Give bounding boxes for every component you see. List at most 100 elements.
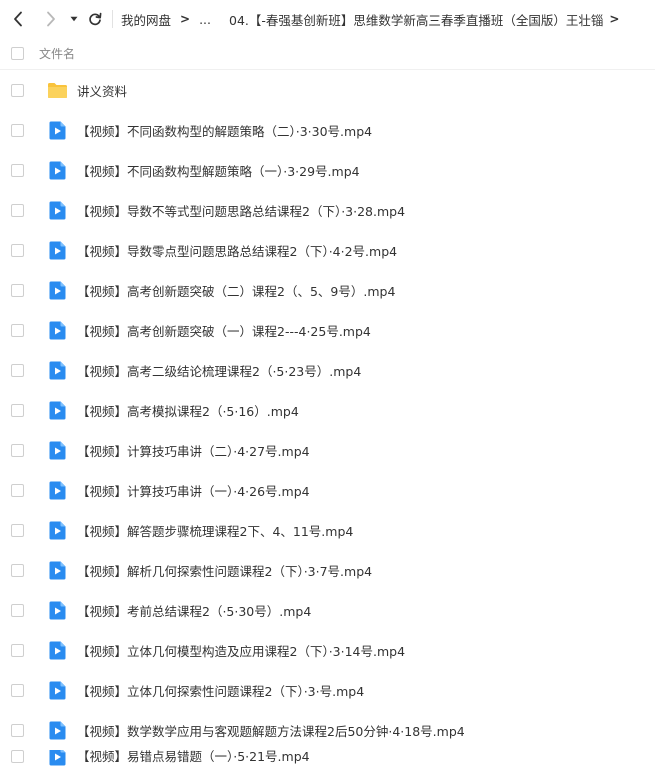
row-checkbox[interactable]: [11, 283, 24, 297]
video-icon-wrap: [46, 440, 68, 460]
row-checkbox[interactable]: [11, 723, 24, 737]
row-checkbox[interactable]: [11, 750, 24, 763]
video-file-icon: [49, 121, 65, 139]
row-checkbox[interactable]: [11, 163, 24, 177]
refresh-icon: [89, 12, 102, 26]
row-checkbox[interactable]: [11, 323, 24, 337]
video-file-icon: [49, 521, 65, 539]
file-name[interactable]: 【视频】计算技巧串讲（一）·4·26号.mp4: [77, 481, 310, 500]
video-icon-wrap: [46, 520, 68, 540]
file-row[interactable]: 【视频】立体几何探索性问题课程2（下）·3·号.mp4: [0, 670, 655, 710]
file-name[interactable]: 【视频】易错点易错题（一）·5·21号.mp4: [77, 750, 310, 765]
row-checkbox[interactable]: [11, 203, 24, 217]
video-icon-wrap: [46, 120, 68, 140]
refresh-button[interactable]: [82, 0, 108, 38]
caret-down-icon: [70, 16, 78, 22]
file-name[interactable]: 【视频】计算技巧串讲（二）·4·27号.mp4: [77, 441, 310, 460]
folder-row[interactable]: 讲义资料: [0, 70, 655, 110]
row-checkbox[interactable]: [11, 643, 24, 657]
toolbar-divider: [112, 10, 113, 28]
breadcrumb-root[interactable]: 我的网盘: [121, 10, 171, 29]
back-button[interactable]: [0, 0, 36, 38]
row-checkbox[interactable]: [11, 243, 24, 257]
file-name[interactable]: 【视频】考前总结课程2（·5·30号）.mp4: [77, 601, 311, 620]
select-all-checkbox[interactable]: [11, 47, 24, 60]
file-row[interactable]: 【视频】导数零点型问题思路总结课程2（下）·4·2号.mp4: [0, 230, 655, 270]
file-name[interactable]: 【视频】解析几何探索性问题课程2（下）·3·7号.mp4: [77, 561, 372, 580]
file-row[interactable]: 【视频】解答题步骤梳理课程2下、4、11号.mp4: [0, 510, 655, 550]
file-name[interactable]: 【视频】数学数学应用与客观题解题方法课程2后50分钟·4·18号.mp4: [77, 721, 465, 740]
file-row[interactable]: 【视频】解析几何探索性问题课程2（下）·3·7号.mp4: [0, 550, 655, 590]
file-name[interactable]: 【视频】解答题步骤梳理课程2下、4、11号.mp4: [77, 521, 353, 540]
video-icon-wrap: [46, 160, 68, 180]
video-file-icon: [49, 481, 65, 499]
breadcrumb-ellipsis[interactable]: ...: [199, 12, 211, 27]
file-row[interactable]: 【视频】导数不等式型问题思路总结课程2（下）·3·28.mp4: [0, 190, 655, 230]
history-dropdown-button[interactable]: [66, 0, 82, 38]
row-checkbox[interactable]: [11, 403, 24, 417]
video-icon-wrap: [46, 240, 68, 260]
row-checkbox[interactable]: [11, 603, 24, 617]
file-row[interactable]: 【视频】计算技巧串讲（二）·4·27号.mp4: [0, 430, 655, 470]
file-name[interactable]: 【视频】不同函数构型解题策略（一）·3·29号.mp4: [77, 161, 360, 180]
file-row[interactable]: 【视频】计算技巧串讲（一）·4·26号.mp4: [0, 470, 655, 510]
video-icon-wrap: [46, 560, 68, 580]
file-name[interactable]: 【视频】立体几何模型构造及应用课程2（下）·3·14号.mp4: [77, 641, 405, 660]
file-name[interactable]: 讲义资料: [77, 81, 127, 100]
file-row[interactable]: 【视频】考前总结课程2（·5·30号）.mp4: [0, 590, 655, 630]
video-file-icon: [49, 750, 65, 765]
folder-icon-wrap: [46, 80, 68, 100]
file-row[interactable]: 【视频】高考创新题突破（一）课程2---4·25号.mp4: [0, 310, 655, 350]
video-file-icon: [49, 161, 65, 179]
video-icon-wrap: [46, 720, 68, 740]
file-row[interactable]: 【视频】易错点易错题（一）·5·21号.mp4: [0, 750, 655, 770]
row-checkbox[interactable]: [11, 123, 24, 137]
video-icon-wrap: [46, 360, 68, 380]
chevron-left-icon: [14, 11, 22, 27]
row-checkbox[interactable]: [11, 83, 24, 97]
row-checkbox[interactable]: [11, 443, 24, 457]
file-name[interactable]: 【视频】不同函数构型的解题策略（二）·3·30号.mp4: [77, 121, 372, 140]
breadcrumb-separator: >: [609, 12, 620, 26]
file-name[interactable]: 【视频】导数零点型问题思路总结课程2（下）·4·2号.mp4: [77, 241, 397, 260]
file-name[interactable]: 【视频】立体几何探索性问题课程2（下）·3·号.mp4: [77, 681, 364, 700]
video-file-icon: [49, 401, 65, 419]
video-icon-wrap: [46, 320, 68, 340]
file-row[interactable]: 【视频】高考模拟课程2（·5·16）.mp4: [0, 390, 655, 430]
row-checkbox[interactable]: [11, 483, 24, 497]
file-list-header: 文件名: [0, 38, 655, 70]
video-icon-wrap: [46, 400, 68, 420]
breadcrumb-current-folder[interactable]: 04.【-春强基创新班】思维数学新高三春季直播班（全国版）王壮锱: [229, 10, 603, 29]
file-row[interactable]: 【视频】高考二级结论梳理课程2（·5·23号）.mp4: [0, 350, 655, 390]
row-checkbox[interactable]: [11, 563, 24, 577]
file-row[interactable]: 【视频】立体几何模型构造及应用课程2（下）·3·14号.mp4: [0, 630, 655, 670]
video-icon-wrap: [46, 750, 68, 766]
breadcrumb-separator: >: [180, 12, 191, 26]
folder-icon: [47, 82, 67, 98]
file-row[interactable]: 【视频】不同函数构型解题策略（一）·3·29号.mp4: [0, 150, 655, 190]
video-file-icon: [49, 721, 65, 739]
file-row[interactable]: 【视频】数学数学应用与客观题解题方法课程2后50分钟·4·18号.mp4: [0, 710, 655, 750]
file-name[interactable]: 【视频】高考创新题突破（二）课程2（、5、9号）.mp4: [77, 281, 395, 300]
row-checkbox[interactable]: [11, 683, 24, 697]
file-name[interactable]: 【视频】高考模拟课程2（·5·16）.mp4: [77, 401, 299, 420]
video-icon-wrap: [46, 640, 68, 660]
file-name[interactable]: 【视频】导数不等式型问题思路总结课程2（下）·3·28.mp4: [77, 201, 405, 220]
video-icon-wrap: [46, 680, 68, 700]
video-file-icon: [49, 441, 65, 459]
chevron-right-icon: [47, 11, 55, 27]
video-file-icon: [49, 281, 65, 299]
file-row[interactable]: 【视频】不同函数构型的解题策略（二）·3·30号.mp4: [0, 110, 655, 150]
row-checkbox[interactable]: [11, 363, 24, 377]
file-list: 讲义资料【视频】不同函数构型的解题策略（二）·3·30号.mp4 【视频】不同函数…: [0, 70, 655, 770]
file-name[interactable]: 【视频】高考创新题突破（一）课程2---4·25号.mp4: [77, 321, 371, 340]
row-checkbox[interactable]: [11, 523, 24, 537]
file-row[interactable]: 【视频】高考创新题突破（二）课程2（、5、9号）.mp4: [0, 270, 655, 310]
video-file-icon: [49, 681, 65, 699]
video-file-icon: [49, 361, 65, 379]
video-file-icon: [49, 641, 65, 659]
video-file-icon: [49, 201, 65, 219]
forward-button[interactable]: [36, 0, 66, 38]
file-name[interactable]: 【视频】高考二级结论梳理课程2（·5·23号）.mp4: [77, 361, 361, 380]
column-header-filename[interactable]: 文件名: [39, 45, 75, 62]
